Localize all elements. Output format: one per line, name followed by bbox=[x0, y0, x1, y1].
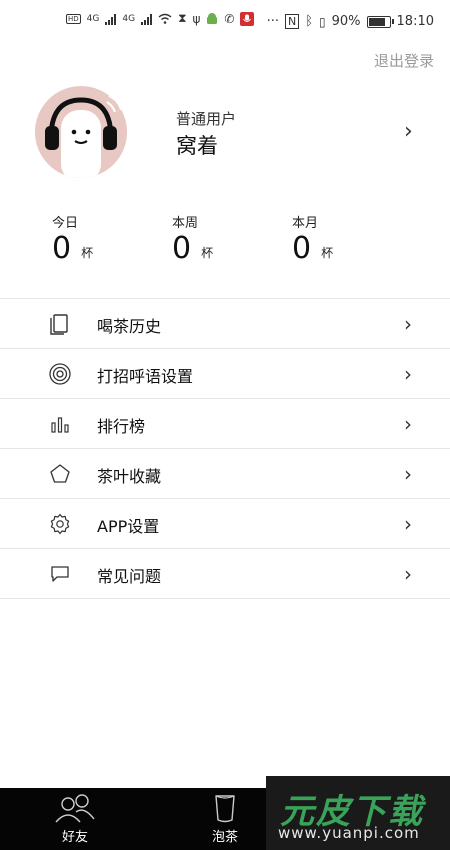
usb-icon: ψ bbox=[192, 11, 201, 26]
mic-icon bbox=[240, 11, 255, 26]
menu-item-label: APP设置 bbox=[97, 517, 160, 536]
menu-item-faq[interactable]: 常见问题 › bbox=[0, 549, 450, 599]
battery-percent: 90% bbox=[331, 14, 361, 29]
menu-item-label: 喝茶历史 bbox=[97, 317, 162, 336]
chevron-right-icon: › bbox=[404, 362, 412, 386]
stat-unit: 杯 bbox=[81, 246, 94, 260]
logout-button[interactable]: 退出登录 bbox=[374, 50, 434, 71]
chevron-right-icon: › bbox=[404, 312, 412, 336]
menu-item-label: 排行榜 bbox=[97, 417, 146, 436]
chevron-right-icon: › bbox=[404, 512, 412, 536]
user-type-label: 普通用户 bbox=[176, 110, 237, 128]
android-icon bbox=[207, 12, 218, 24]
menu-item-label: 常见问题 bbox=[97, 567, 162, 586]
tab-friends[interactable]: 好友 bbox=[20, 788, 130, 850]
settings-menu: 喝茶历史 › 打招呼语设置 › 排行榜 › 茶叶收藏 › APP设置 › 常见问… bbox=[0, 298, 450, 599]
chat-bubble-icon bbox=[51, 566, 69, 582]
pentagon-icon bbox=[50, 464, 70, 483]
menu-item-app-settings[interactable]: APP设置 › bbox=[0, 499, 450, 549]
chevron-right-icon: › bbox=[404, 412, 412, 436]
cup-icon bbox=[215, 795, 235, 823]
stat-value: 0 bbox=[292, 231, 312, 266]
menu-item-label: 打招呼语设置 bbox=[97, 367, 194, 386]
stat-unit: 杯 bbox=[321, 246, 334, 260]
tab-label: 泡茶 bbox=[211, 830, 238, 845]
username: 窝着 bbox=[176, 134, 218, 158]
gear-icon bbox=[50, 513, 70, 535]
nfc-icon: N bbox=[284, 14, 300, 29]
network-4g-label: 4G bbox=[86, 13, 100, 24]
menu-item-greeting-settings[interactable]: 打招呼语设置 › bbox=[0, 349, 450, 399]
target-icon bbox=[49, 363, 71, 385]
battery-icon bbox=[366, 15, 394, 28]
stat-today: 今日 0 杯 bbox=[52, 212, 93, 265]
status-bar: HD 4G 4G ⧗ ψ ✆ ··· N ᛒ ▯ 90% 18:10 bbox=[0, 0, 450, 44]
status-icons-right: ··· N ᛒ ▯ 90% 18:10 bbox=[267, 14, 434, 29]
hourglass-icon: ⧗ bbox=[178, 11, 187, 25]
menu-item-tea-favorites[interactable]: 茶叶收藏 › bbox=[0, 449, 450, 499]
stat-value: 0 bbox=[52, 231, 72, 266]
tab-brew-tea[interactable]: 泡茶 bbox=[170, 788, 280, 850]
document-icon bbox=[50, 314, 68, 335]
profile-chevron-right-icon[interactable]: › bbox=[404, 121, 413, 143]
hd-badge: HD bbox=[66, 13, 81, 24]
network-4g-label-2: 4G bbox=[122, 13, 136, 24]
stat-label: 本周 bbox=[172, 216, 199, 231]
watermark-url: www.yuanpi.com bbox=[278, 824, 420, 842]
friends-icon bbox=[55, 794, 95, 823]
avatar[interactable] bbox=[35, 86, 127, 178]
chevron-right-icon: › bbox=[404, 562, 412, 586]
menu-item-leaderboard[interactable]: 排行榜 › bbox=[0, 399, 450, 449]
stat-label: 今日 bbox=[52, 216, 79, 231]
headphone-character-icon bbox=[45, 95, 122, 178]
menu-item-label: 茶叶收藏 bbox=[97, 467, 162, 486]
vibrate-icon: ▯ bbox=[319, 14, 326, 29]
wifi-icon bbox=[158, 13, 172, 24]
stat-week: 本周 0 杯 bbox=[172, 212, 213, 265]
stat-value: 0 bbox=[172, 231, 192, 266]
stat-unit: 杯 bbox=[201, 246, 214, 260]
clock: 18:10 bbox=[396, 14, 434, 29]
more-dots-icon: ··· bbox=[266, 14, 279, 29]
stat-label: 本月 bbox=[292, 216, 319, 231]
bar-chart-icon bbox=[51, 417, 69, 433]
status-icons-left: HD 4G 4G ⧗ ψ ✆ bbox=[66, 11, 255, 26]
bluetooth-icon: ᛒ bbox=[305, 14, 314, 29]
phone-icon: ✆ bbox=[224, 11, 235, 26]
tab-label: 好友 bbox=[61, 830, 88, 845]
stat-month: 本月 0 杯 bbox=[292, 212, 333, 265]
chevron-right-icon: › bbox=[404, 462, 412, 486]
menu-item-tea-history[interactable]: 喝茶历史 › bbox=[0, 299, 450, 349]
signal-icon bbox=[105, 13, 117, 25]
watermark: 元皮下载 www.yuanpi.com bbox=[266, 776, 450, 850]
signal-icon-2 bbox=[141, 13, 153, 25]
